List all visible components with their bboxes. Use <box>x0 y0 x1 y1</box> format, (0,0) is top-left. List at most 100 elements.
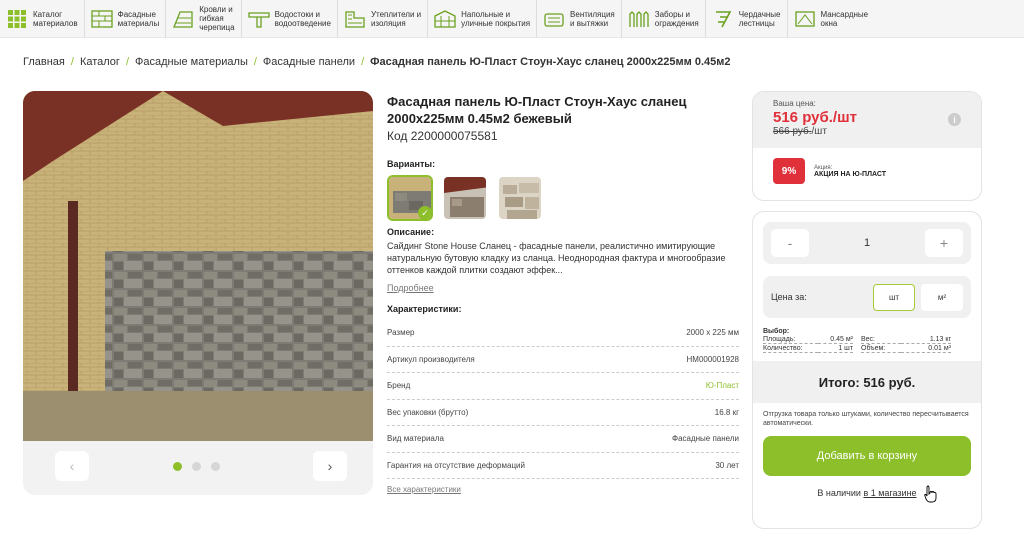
nav-item-facade[interactable]: Фасадные материалы <box>85 0 167 38</box>
weight-value: 1.13 кг <box>901 336 951 344</box>
more-link[interactable]: Подробнее <box>387 283 434 293</box>
hand-cursor-icon <box>924 485 937 503</box>
ventilation-icon <box>543 9 565 29</box>
nav-label: Заборы и ограждения <box>654 9 699 28</box>
characteristic-row: Бренд Ю-Пласт <box>387 373 739 400</box>
unit-m2-button[interactable]: м² <box>921 283 963 311</box>
quantity-input[interactable]: 1 <box>864 237 870 249</box>
decrease-button[interactable]: - <box>771 229 809 257</box>
breadcrumb-link-catalog[interactable]: Каталог <box>80 56 120 68</box>
nav-item-window[interactable]: Мансардные окна <box>788 0 875 38</box>
breadcrumb-separator: / <box>125 56 129 68</box>
order-box: - 1 + Цена за: шт м² Выбор: Площадь: 0.4… <box>752 211 982 529</box>
area-label: Площадь: <box>763 336 818 344</box>
count-label: Количество: <box>763 345 818 353</box>
gallery-prev-button[interactable]: ‹ <box>55 451 89 481</box>
brand-link[interactable]: Ю-Пласт <box>706 381 739 390</box>
nav-item-roof[interactable]: Кровли и гибкая черепица <box>166 0 242 38</box>
characteristic-name: Гарантия на отсутствие деформаций <box>387 460 525 470</box>
nav-label: Кровли и гибкая черепица <box>199 5 235 32</box>
product-info: Фасадная панель Ю-Пласт Стоун-Хаус слане… <box>387 93 739 497</box>
breadcrumb-link-panels[interactable]: Фасадные панели <box>263 56 355 68</box>
your-price-label: Ваша цена: <box>773 99 816 108</box>
variants-label: Варианты: <box>387 159 436 169</box>
insulation-icon <box>344 9 366 29</box>
add-to-cart-button[interactable]: Добавить в корзину <box>763 436 971 476</box>
chevron-left-icon: ‹ <box>69 458 75 474</box>
nav-item-fence[interactable]: Заборы и ограждения <box>622 0 706 38</box>
characteristic-value: 30 лет <box>715 460 739 470</box>
product-code: Код 2200000075581 <box>387 129 498 143</box>
variants-list: ✓ <box>387 175 739 221</box>
breadcrumb-separator: / <box>361 56 365 68</box>
quantity-stepper: - 1 + <box>763 222 971 264</box>
price-per-selector: Цена за: шт м² <box>763 276 971 318</box>
current-price: 516 руб./шт <box>773 109 857 126</box>
nav-label: Напольные и уличные покрытия <box>461 9 531 28</box>
characteristic-row: Гарантия на отсутствие деформаций 30 лет <box>387 453 739 479</box>
info-icon[interactable]: i <box>948 113 961 126</box>
breadcrumb-separator: / <box>70 56 74 68</box>
breadcrumb: Главная / Каталог / Фасадные материалы / Фасад… <box>23 56 731 68</box>
nav-label: Фасадные материалы <box>117 9 160 28</box>
grid-icon <box>6 9 28 29</box>
choice-label: Выбор: <box>763 328 790 335</box>
price-box: Ваша цена: 516 руб./шт 566 руб./шт i 9% … <box>752 91 982 201</box>
facade-icon <box>90 9 113 29</box>
variant-thumbnail[interactable]: ✓ <box>387 175 433 221</box>
unit-pcs-button[interactable]: шт <box>873 283 915 311</box>
discount-badge: 9% <box>773 158 805 184</box>
ladder-icon <box>712 9 734 29</box>
breadcrumb-separator: / <box>253 56 257 68</box>
category-nav: Каталог материалов Фасадные материалы Кр… <box>0 0 1024 38</box>
promo-label: Акция: <box>814 164 833 171</box>
variant-thumbnail[interactable] <box>497 175 543 221</box>
choice-summary: Выбор: Площадь: 0.45 м² Вес: 1.13 кг Кол… <box>763 328 971 353</box>
count-value: 1 шт <box>818 345 853 353</box>
nav-item-catalog[interactable]: Каталог материалов <box>0 0 85 38</box>
breadcrumb-link-facade[interactable]: Фасадные материалы <box>135 56 248 68</box>
volume-label: Объем: <box>861 345 901 353</box>
nav-item-ventilation[interactable]: Вентиляция и вытяжки <box>537 0 622 38</box>
characteristic-name: Вес упаковки (брутто) <box>387 407 469 417</box>
window-icon <box>794 9 816 29</box>
roof-icon <box>172 9 194 29</box>
promo-text: Акция: АКЦИЯ НА Ю-ПЛАСТ <box>814 165 886 178</box>
nav-item-gutter[interactable]: Водостоки и водоотведение <box>242 0 338 38</box>
increase-button[interactable]: + <box>925 229 963 257</box>
flooring-icon <box>434 9 456 29</box>
gallery-next-button[interactable]: › <box>313 451 347 481</box>
nav-label: Чердачные лестницы <box>738 9 781 28</box>
characteristic-value: 16.8 кг <box>714 407 739 417</box>
price-per-label: Цена за: <box>771 292 807 302</box>
variant-thumbnail[interactable] <box>442 175 488 221</box>
breadcrumb-current: Фасадная панель Ю-Пласт Стоун-Хаус слане… <box>370 56 731 68</box>
characteristic-row: Артикул производителя HM000001928 <box>387 347 739 373</box>
gallery-dot[interactable] <box>173 462 182 471</box>
characteristic-row: Размер 2000 x 225 мм <box>387 320 739 347</box>
gutter-icon <box>247 9 270 29</box>
nav-item-insulation[interactable]: Утеплители и изоляция <box>338 0 429 38</box>
stock-prefix: В наличии <box>817 488 861 498</box>
characteristic-row: Вид материала Фасадные панели <box>387 426 739 453</box>
promo[interactable]: 9% Акция: АКЦИЯ НА Ю-ПЛАСТ <box>753 148 981 194</box>
breadcrumb-link-home[interactable]: Главная <box>23 56 65 68</box>
characteristic-name: Вид материала <box>387 434 444 444</box>
nav-item-ladder[interactable]: Чердачные лестницы <box>706 0 788 38</box>
description-label: Описание: <box>387 227 435 237</box>
characteristics-table: Размер 2000 x 225 мм Артикул производител… <box>387 320 739 479</box>
shipping-note: Отгрузка товара только штуками, количест… <box>763 411 969 427</box>
fence-icon <box>628 9 650 29</box>
characteristic-value: 2000 x 225 мм <box>686 328 739 338</box>
old-price-value: 566 руб. <box>773 126 812 137</box>
weight-label: Вес: <box>861 336 901 344</box>
all-characteristics-link[interactable]: Все характеристики <box>387 485 461 494</box>
stores-link[interactable]: в 1 магазине <box>863 488 916 498</box>
nav-label: Вентиляция и вытяжки <box>570 9 615 28</box>
nav-item-flooring[interactable]: Напольные и уличные покрытия <box>428 0 538 38</box>
characteristic-name: Размер <box>387 328 415 338</box>
gallery-dot[interactable] <box>211 462 220 471</box>
gallery-dot[interactable] <box>192 462 201 471</box>
nav-label: Утеплители и изоляция <box>370 9 422 28</box>
volume-value: 0.01 м³ <box>901 345 951 353</box>
